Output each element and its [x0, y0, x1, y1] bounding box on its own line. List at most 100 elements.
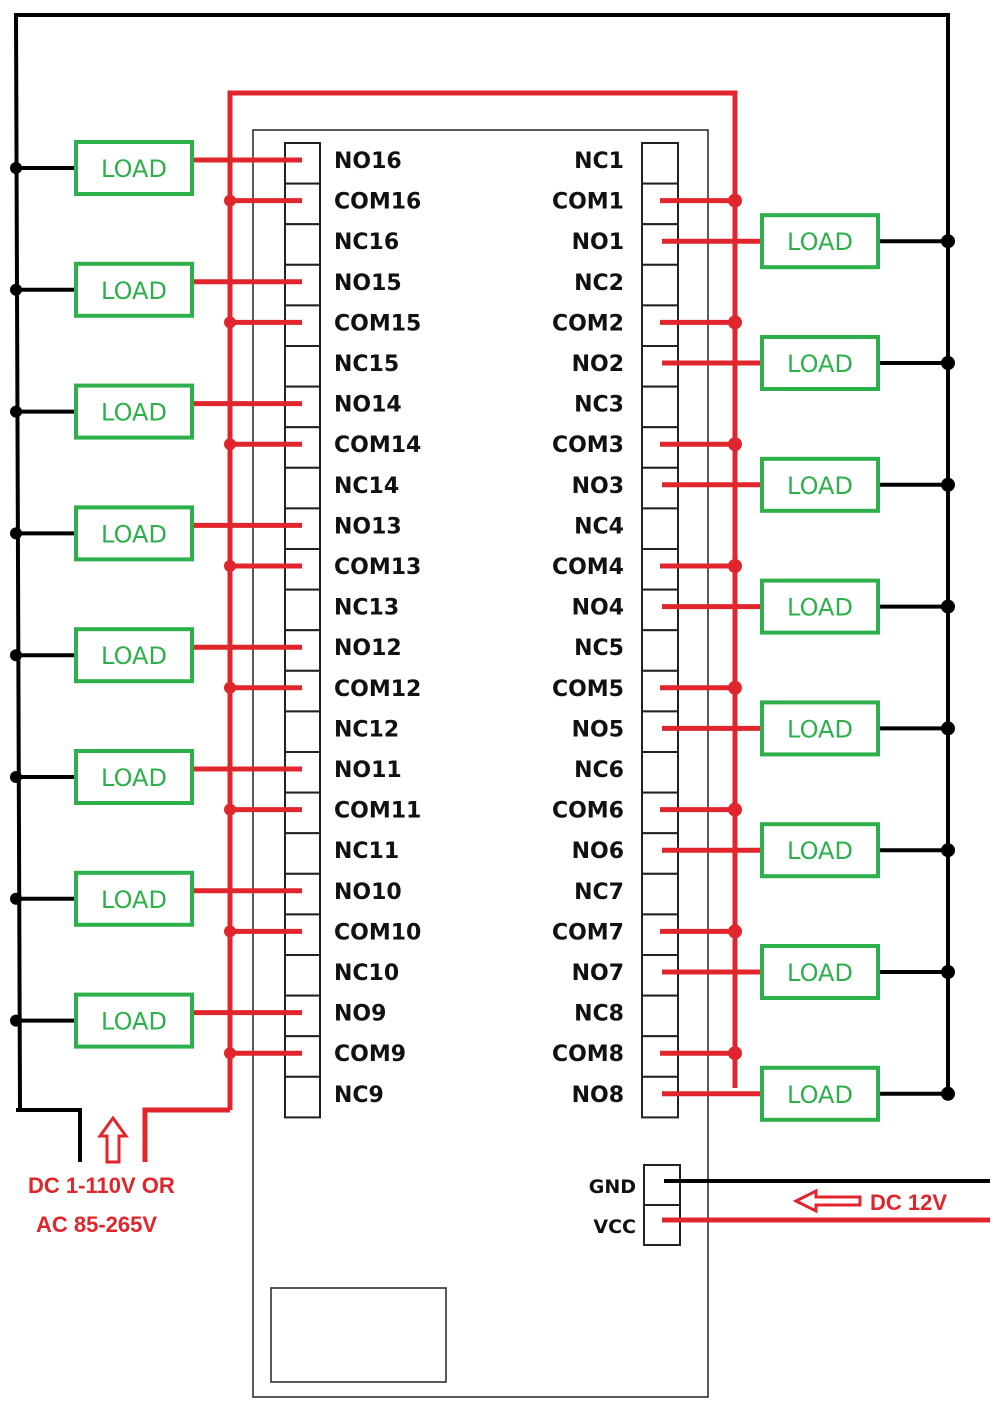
terminal-left [284, 304, 321, 347]
terminal-left [284, 710, 321, 754]
terminal-left [284, 466, 321, 510]
terminal-label: NO16 [334, 149, 402, 174]
terminal-label: NC6 [574, 758, 624, 783]
terminal-label: NO11 [334, 758, 402, 783]
terminal-label: COM11 [334, 799, 421, 824]
load-label: LOAD [787, 228, 853, 256]
terminal-left [284, 182, 321, 226]
terminal-right [641, 751, 679, 794]
junction-dot [10, 771, 22, 783]
terminal-right [641, 548, 679, 591]
terminal-right [641, 710, 679, 754]
terminal-right [641, 791, 679, 835]
terminal-label: COM14 [334, 433, 421, 458]
junction-dot [728, 437, 742, 452]
terminal-left [284, 1035, 321, 1078]
junction-dot [10, 527, 22, 540]
junction-dot [224, 1047, 236, 1060]
load-label: LOAD [787, 472, 853, 500]
terminal-left [284, 345, 321, 388]
terminal-label: COM15 [334, 311, 421, 336]
terminal-left [284, 263, 321, 307]
terminal-label: NO10 [334, 880, 402, 905]
terminal-right [641, 142, 679, 185]
junction-dot [10, 1014, 22, 1027]
terminal-label: COM3 [552, 433, 624, 458]
load-label: LOAD [787, 1081, 853, 1109]
junction-dot [941, 599, 955, 614]
terminal-left [284, 669, 321, 713]
terminal-right [641, 345, 679, 388]
load-label: LOAD [787, 350, 853, 378]
load-label: LOAD [101, 886, 167, 914]
load-label: LOAD [101, 764, 167, 792]
board-component-outline [270, 1287, 447, 1383]
terminal-right [641, 954, 679, 997]
terminal-label: COM2 [552, 311, 624, 336]
junction-dot [224, 194, 236, 207]
load-label: LOAD [101, 155, 167, 183]
junction-dot [224, 438, 236, 451]
load-label: LOAD [101, 277, 167, 305]
terminal-right [641, 304, 679, 347]
terminal-label: NC16 [334, 230, 399, 255]
terminal-label: COM16 [334, 190, 421, 215]
terminal-vcc [643, 1204, 681, 1246]
junction-dot [941, 477, 955, 492]
terminal-label: NO9 [334, 1002, 386, 1027]
junction-dot [224, 925, 236, 938]
terminal-right [641, 426, 679, 469]
terminal-gnd [643, 1164, 681, 1206]
terminal-left [284, 832, 321, 875]
terminal-left [284, 1075, 321, 1119]
junction-dot [224, 560, 236, 572]
terminal-label: NO8 [572, 1083, 624, 1108]
junction-dot [728, 1046, 742, 1061]
terminal-label: COM9 [334, 1042, 406, 1067]
junction-dot [941, 721, 955, 736]
junction-dot [10, 162, 22, 174]
terminal-label: NO14 [334, 393, 402, 418]
junction-dot [728, 680, 742, 695]
arrow-left-icon [792, 1188, 862, 1214]
terminal-label: NC8 [574, 1002, 624, 1027]
junction-dot [728, 802, 742, 817]
terminal-left [284, 872, 321, 916]
terminal-label: COM13 [334, 555, 421, 580]
terminal-right [641, 1075, 679, 1119]
relay-wiring-diagram: LOAD NO16 COM16 NC16 LOAD NO15 COM15 NC15 LOAD NO… [10, 13, 990, 1398]
load-label: LOAD [787, 594, 853, 622]
load-label: LOAD [101, 520, 167, 548]
junction-dot [10, 405, 22, 418]
arrow-up-icon [97, 1115, 129, 1164]
load-label: LOAD [101, 1008, 167, 1036]
junction-dot [224, 803, 236, 816]
terminal-label: NC1 [574, 149, 624, 174]
terminal-label: NO15 [334, 271, 402, 296]
terminal-left [284, 913, 321, 957]
terminal-left [284, 385, 321, 429]
terminal-label: NC13 [334, 596, 399, 621]
terminal-left [284, 588, 321, 632]
terminal-label: NC7 [574, 880, 624, 905]
terminal-label: NC9 [334, 1083, 384, 1108]
terminal-label: NO13 [334, 514, 402, 539]
terminal-right [641, 629, 679, 672]
terminal-label: COM10 [334, 920, 421, 945]
load-label: LOAD [787, 959, 853, 987]
terminal-right [641, 588, 679, 632]
vcc-label: VCC [593, 1216, 636, 1238]
terminal-label: NC14 [334, 474, 399, 499]
terminal-left [284, 507, 321, 550]
terminal-label: NO5 [572, 717, 624, 742]
terminal-label: NC15 [334, 352, 399, 377]
power-input-label-2: AC 85-265V [36, 1212, 157, 1237]
terminal-left [284, 142, 321, 185]
terminal-label: COM5 [552, 677, 624, 702]
power-input-label-1: DC 1-110V OR [28, 1173, 175, 1198]
junction-dot [728, 559, 742, 573]
terminal-label: NO1 [572, 230, 624, 255]
junction-dot [224, 316, 236, 329]
terminal-right [641, 182, 679, 226]
terminal-right [641, 669, 679, 713]
